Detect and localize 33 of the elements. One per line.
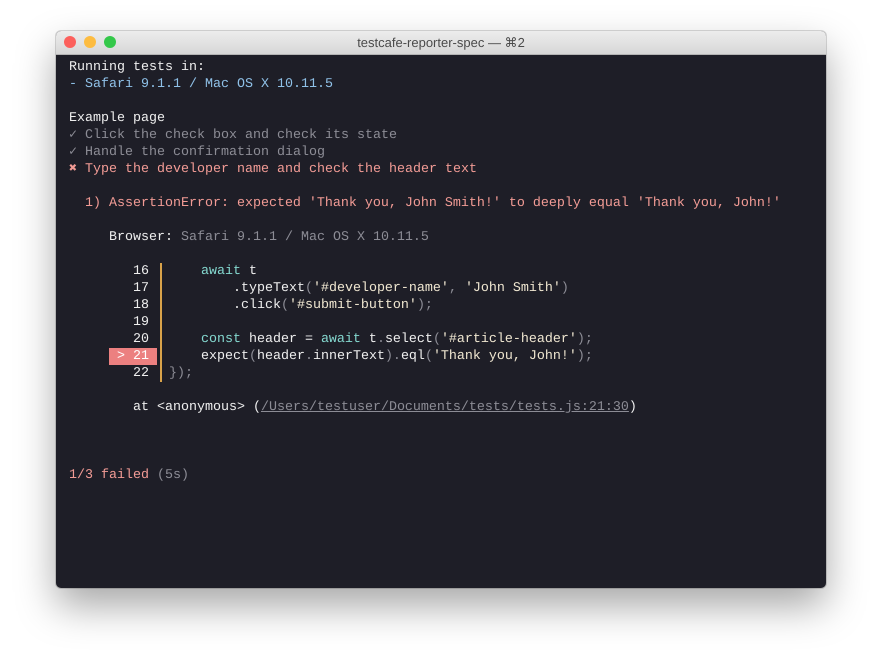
code-line: }); <box>168 365 193 382</box>
result-text: 1/3 failed <box>69 467 149 484</box>
code-line: await t <box>200 263 257 280</box>
close-button[interactable] <box>64 36 76 48</box>
test-name: Type the developer name and check the header text <box>85 161 477 178</box>
line-number: 19 <box>132 314 150 331</box>
browser-value: Safari 9.1.1 / Mac OS X 10.11.5 <box>180 229 429 246</box>
code-line: .click('#submit-button'); <box>232 297 433 314</box>
browser-text: - Safari 9.1.1 / Mac OS X 10.11.5 <box>69 76 333 93</box>
fixture-name: Example page <box>69 110 165 127</box>
line-number: 17 <box>132 280 150 297</box>
zoom-button[interactable] <box>104 36 116 48</box>
code-line: const header = await t.select('#article-header'); <box>200 331 593 348</box>
duration-text: (5s) <box>156 467 189 484</box>
line-number: 16 <box>132 263 150 280</box>
test-name: Click the check box and check its state <box>85 127 397 144</box>
code-line: .typeText('#developer-name', 'John Smith') <box>232 280 569 297</box>
code-line: expect(header.innerText).eql('Thank you, John!'); <box>200 348 593 365</box>
window-title: testcafe-reporter-spec — ⌘2 <box>357 35 525 50</box>
error-message: 1) AssertionError: expected 'Thank you, John Smith!' to deeply equal 'Thank you, John!' <box>84 195 781 212</box>
status-icon: ✓ <box>69 144 78 161</box>
heading-text: Running tests in: <box>69 59 205 76</box>
line-number: 22 <box>132 365 150 382</box>
stack-trace-text: at <anonymous> (/Users/testuser/Documents/tests/tests.js:21:30) <box>132 399 637 416</box>
line-number: 20 <box>132 331 150 348</box>
status-icon: ✓ <box>69 127 78 144</box>
minimize-button[interactable] <box>84 36 96 48</box>
status-icon: ✖ <box>69 161 78 178</box>
browser-label: Browser: <box>108 229 173 246</box>
test-name: Handle the confirmation dialog <box>85 144 325 161</box>
line-number: 18 <box>132 297 150 314</box>
file-link[interactable]: /Users/testuser/Documents/tests/tests.js:21:30 <box>260 400 629 415</box>
line-number: > 21 <box>108 348 157 365</box>
